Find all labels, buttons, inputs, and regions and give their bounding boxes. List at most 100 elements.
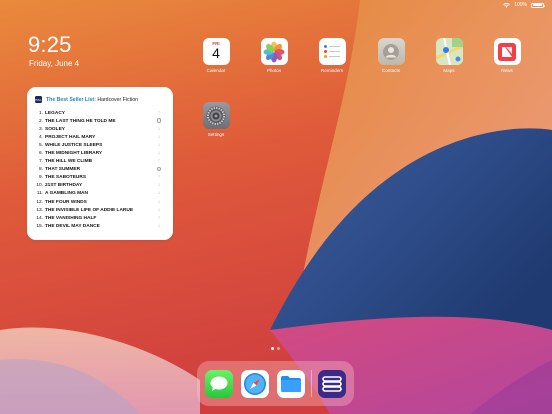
book-rank: 6.	[38, 151, 43, 157]
book-rank: 8.	[38, 167, 43, 173]
app-label-photos: Photos	[266, 68, 282, 73]
book-rank: 2.	[38, 118, 43, 124]
page-dot[interactable]	[271, 347, 274, 350]
files-app-icon[interactable]	[277, 369, 305, 398]
arrow-down-icon: ↓	[157, 190, 161, 197]
book-rank: 12.	[36, 199, 43, 205]
unchanged-circle-icon	[155, 118, 163, 124]
list-item[interactable]: 7. THE HILL WE CLIMB ↑	[35, 158, 163, 166]
arrow-down-icon: ↓	[157, 182, 161, 189]
list-item[interactable]: 3. SOOLEY ↓	[35, 125, 163, 133]
messages-app-icon[interactable]	[205, 369, 233, 398]
app-label-news: News	[501, 68, 513, 73]
calendar-date-number: 4	[212, 45, 220, 61]
book-title: THE MIDNIGHT LIBRARY	[45, 151, 103, 157]
book-list: 1. LEGACY ↑ 2. THE LAST THING HE TOLD ME 3. SO…	[35, 109, 163, 230]
page-dot[interactable]	[277, 347, 280, 350]
best-seller-widget[interactable]: BSL The Best Seller List: Hardcover Fict…	[27, 87, 173, 240]
book-rank: 1.	[38, 110, 43, 116]
list-item[interactable]: 1. LEGACY ↑	[35, 109, 163, 117]
list-item[interactable]: 2. THE LAST THING HE TOLD ME	[35, 117, 163, 125]
app-news[interactable]: News	[487, 38, 527, 73]
widget-title-accent: The Best Seller List:	[46, 96, 96, 103]
list-item[interactable]: 5. WHILE JUSTICE SLEEPS ↓	[35, 141, 163, 149]
arrow-down-icon: ↓	[157, 141, 161, 148]
photos-icon	[260, 38, 288, 65]
arrow-up-icon: ↑	[157, 109, 161, 116]
lock-time: 9:25	[28, 32, 72, 57]
book-title: THE HILL WE CLIMB	[45, 159, 93, 165]
app-label-contacts: Contacts	[381, 68, 401, 73]
book-title: THE VANISHING HALF	[45, 215, 97, 221]
dock-divider	[311, 370, 312, 397]
app-label-reminders: Reminders	[320, 68, 344, 73]
list-item[interactable]: 14. THE VANISHING HALF ↑	[35, 214, 163, 222]
book-rank: 9.	[38, 175, 43, 181]
battery-icon	[531, 2, 545, 8]
book-rank: 11.	[36, 191, 43, 197]
arrow-down-icon: ↓	[157, 198, 161, 205]
arrow-up-icon: ↑	[157, 174, 161, 181]
dock	[197, 361, 354, 406]
arrow-down-icon: ↓	[157, 125, 161, 132]
book-title: THAT SUMMER	[45, 167, 81, 173]
book-rank: 5.	[38, 142, 43, 148]
list-item[interactable]: 13. THE INVISIBLE LIFE OF ADDIE LARUE ↓	[35, 206, 163, 214]
app-photos[interactable]: Photos	[254, 38, 294, 73]
list-item[interactable]: 8. THAT SUMMER	[35, 166, 163, 174]
app-settings[interactable]: Settings	[196, 102, 236, 137]
book-title: THE INVISIBLE LIFE OF ADDIE LARUE	[45, 207, 134, 213]
widget-logo-text: BSL	[35, 97, 42, 102]
book-title: SOOLEY	[45, 126, 65, 132]
wifi-icon	[503, 2, 510, 8]
book-title: WHILE JUSTICE SLEEPS	[45, 142, 103, 148]
safari-app-icon[interactable]	[241, 369, 269, 398]
book-title: PROJECT HAIL MARY	[45, 134, 96, 140]
arrow-up-icon: ↑	[157, 158, 161, 165]
book-title: THE FOUR WINDS	[45, 199, 87, 205]
list-item[interactable]: 11. A GAMBLING MAN ↓	[35, 190, 163, 198]
app-maps[interactable]: Maps	[429, 38, 469, 73]
widget-title-sub: Hardcover Fiction	[97, 96, 138, 103]
battery-percent: 100%	[514, 2, 527, 8]
app-logo-icon: BSL	[35, 96, 42, 103]
news-icon	[493, 38, 521, 65]
arrow-down-icon: ↓	[157, 133, 161, 140]
book-title: THE LAST THING HE TOLD ME	[45, 118, 116, 124]
book-title: THE SABOTEURS	[45, 175, 87, 181]
book-title: THE DEVIL MAY DANCE	[45, 223, 100, 229]
widget-title: The Best Seller List: Hardcover Fiction	[46, 97, 138, 103]
arrow-down-icon: ↓	[157, 150, 161, 157]
arrow-down-icon: ↓	[157, 206, 161, 213]
page-indicator[interactable]	[271, 347, 280, 350]
app-reminders[interactable]: Reminders	[312, 38, 352, 73]
list-item[interactable]: 10. 21ST BIRTHDAY ↓	[35, 182, 163, 190]
list-item[interactable]: 12. THE FOUR WINDS ↓	[35, 198, 163, 206]
contacts-icon	[377, 38, 405, 65]
app-label-maps: Maps	[443, 68, 455, 73]
status-bar: 100%	[503, 2, 545, 8]
book-rank: 4.	[38, 134, 43, 140]
arrow-down-icon: ↓	[157, 222, 161, 229]
book-rank: 15.	[36, 223, 43, 229]
app-contacts[interactable]: Contacts	[371, 38, 411, 73]
list-item[interactable]: 9. THE SABOTEURS ↑	[35, 174, 163, 182]
book-title: 21ST BIRTHDAY	[45, 183, 83, 189]
book-rank: 3.	[38, 126, 43, 132]
book-title: A GAMBLING MAN	[45, 191, 88, 197]
arrow-up-icon: ↑	[157, 214, 161, 221]
list-item[interactable]: 6. THE MIDNIGHT LIBRARY ↓	[35, 149, 163, 157]
app-calendar[interactable]: FRI 4 Calendar	[196, 38, 236, 73]
book-title: LEGACY	[45, 110, 65, 116]
bestseller-app-icon[interactable]	[317, 369, 346, 398]
book-rank: 13.	[36, 207, 43, 213]
gear-icon	[202, 102, 230, 129]
lock-date: Friday, June 4	[29, 59, 80, 68]
app-label-settings: Settings	[207, 132, 225, 137]
list-item[interactable]: 4. PROJECT HAIL MARY ↓	[35, 133, 163, 141]
widget-header: BSL The Best Seller List: Hardcover Fict…	[35, 95, 163, 104]
unchanged-circle-icon	[155, 166, 163, 173]
book-rank: 7.	[38, 159, 43, 165]
maps-icon	[435, 38, 463, 65]
list-item[interactable]: 15. THE DEVIL MAY DANCE ↓	[35, 222, 163, 230]
